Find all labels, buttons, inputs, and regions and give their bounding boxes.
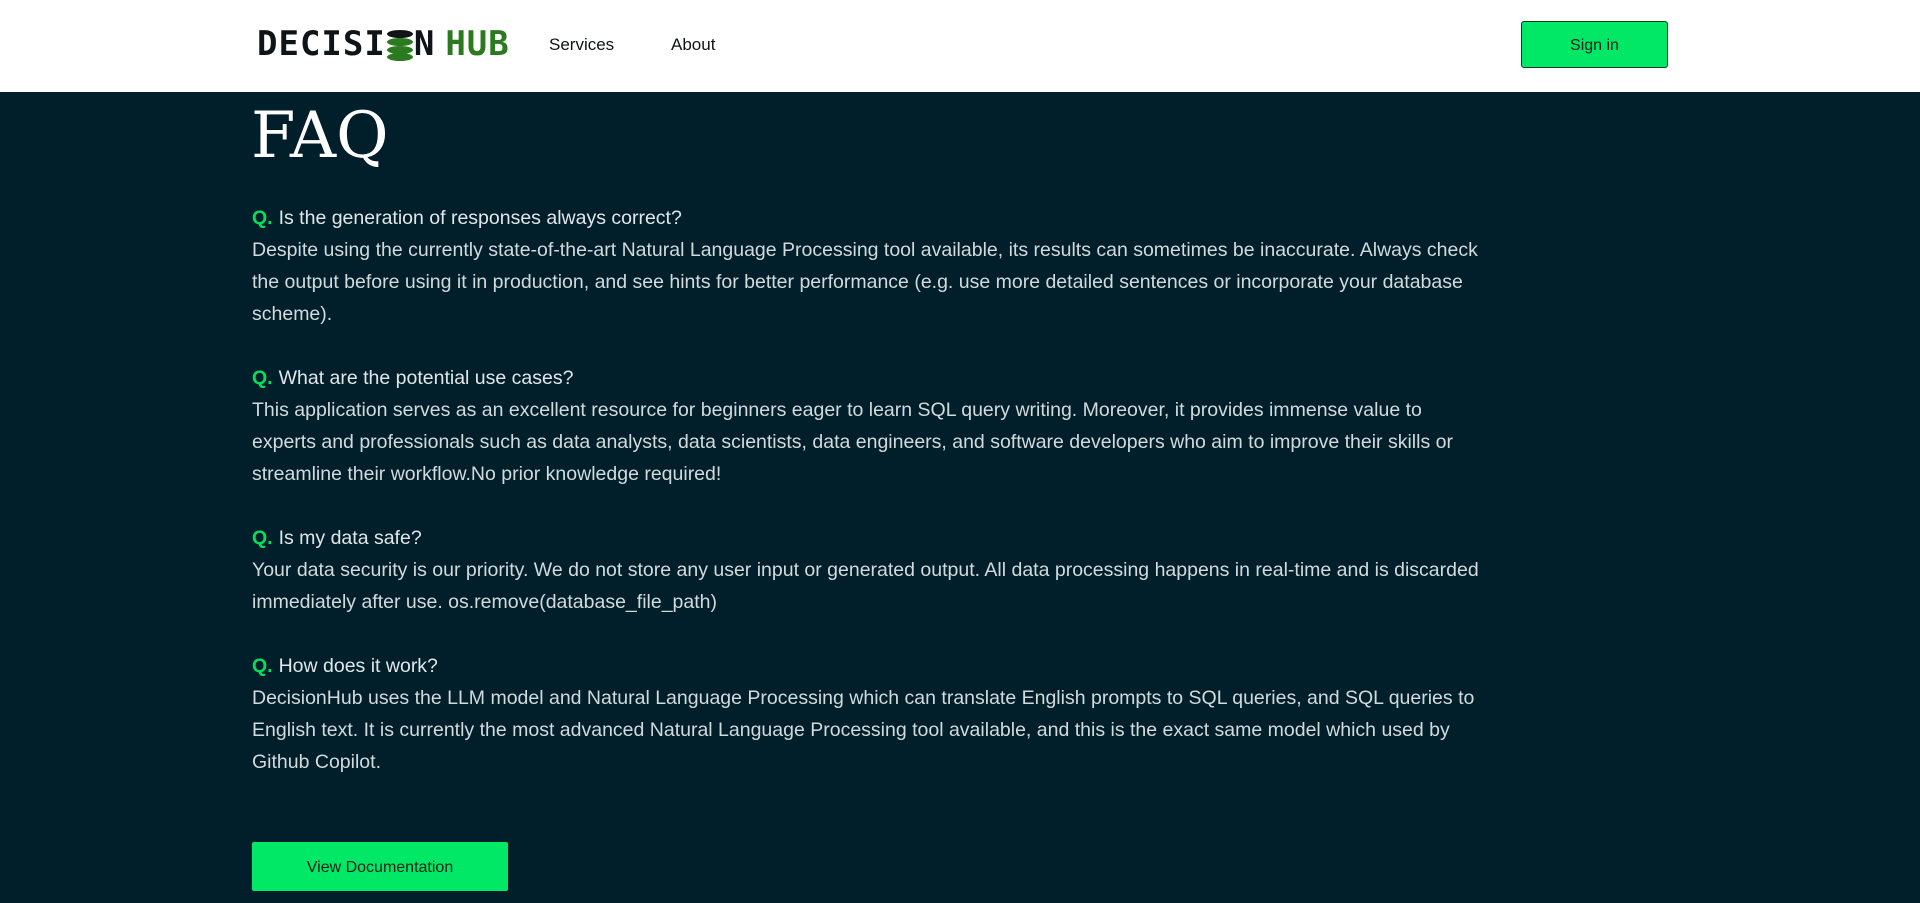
faq-answer: Your data security is our priority. We d…	[252, 559, 1479, 613]
faq-question-text: What are the potential use cases?	[278, 367, 574, 389]
question-marker: Q.	[252, 207, 273, 229]
page-title: FAQ	[251, 99, 389, 173]
nav-link-services[interactable]: Services	[549, 34, 614, 56]
faq-answer: This application serves as an excellent …	[252, 399, 1453, 485]
question-marker: Q.	[252, 527, 273, 549]
question-marker: Q.	[252, 655, 273, 677]
logo-text-decisi: DECISI	[257, 24, 386, 64]
faq-list: Q. Is the generation of responses always …	[252, 202, 1482, 810]
faq-question-text: Is my data safe?	[278, 527, 422, 549]
faq-question: Q. How does it work?	[252, 650, 1482, 682]
logo-text-n: N	[413, 24, 436, 64]
faq-answer: Despite using the currently state-of-the…	[252, 239, 1478, 325]
view-documentation-button[interactable]: View Documentation	[252, 842, 508, 891]
faq-question-text: How does it work?	[278, 655, 438, 677]
faq-item: Q. Is my data safe? Your data security is…	[252, 522, 1482, 618]
faq-question: Q. Is my data safe?	[252, 522, 1482, 554]
sign-in-button[interactable]: Sign in	[1521, 21, 1668, 68]
faq-question-text: Is the generation of responses always co…	[278, 207, 682, 229]
top-navbar: DECISI N HUB Services About Sign in	[0, 0, 1920, 92]
question-marker: Q.	[252, 367, 273, 389]
faq-question: Q. Is the generation of responses always …	[252, 202, 1482, 234]
faq-item: Q. Is the generation of responses always …	[252, 202, 1482, 330]
faq-item: Q. What are the potential use cases? This…	[252, 362, 1482, 490]
faq-answer: DecisionHub uses the LLM model and Natur…	[252, 687, 1475, 773]
logo-text-hub: HUB	[445, 24, 510, 64]
nav-link-about[interactable]: About	[671, 34, 715, 56]
faq-question: Q. What are the potential use cases?	[252, 362, 1482, 394]
database-stack-icon	[386, 28, 413, 61]
faq-item: Q. How does it work? DecisionHub uses the…	[252, 650, 1482, 778]
decisionhub-logo[interactable]: DECISI N HUB	[257, 26, 510, 62]
